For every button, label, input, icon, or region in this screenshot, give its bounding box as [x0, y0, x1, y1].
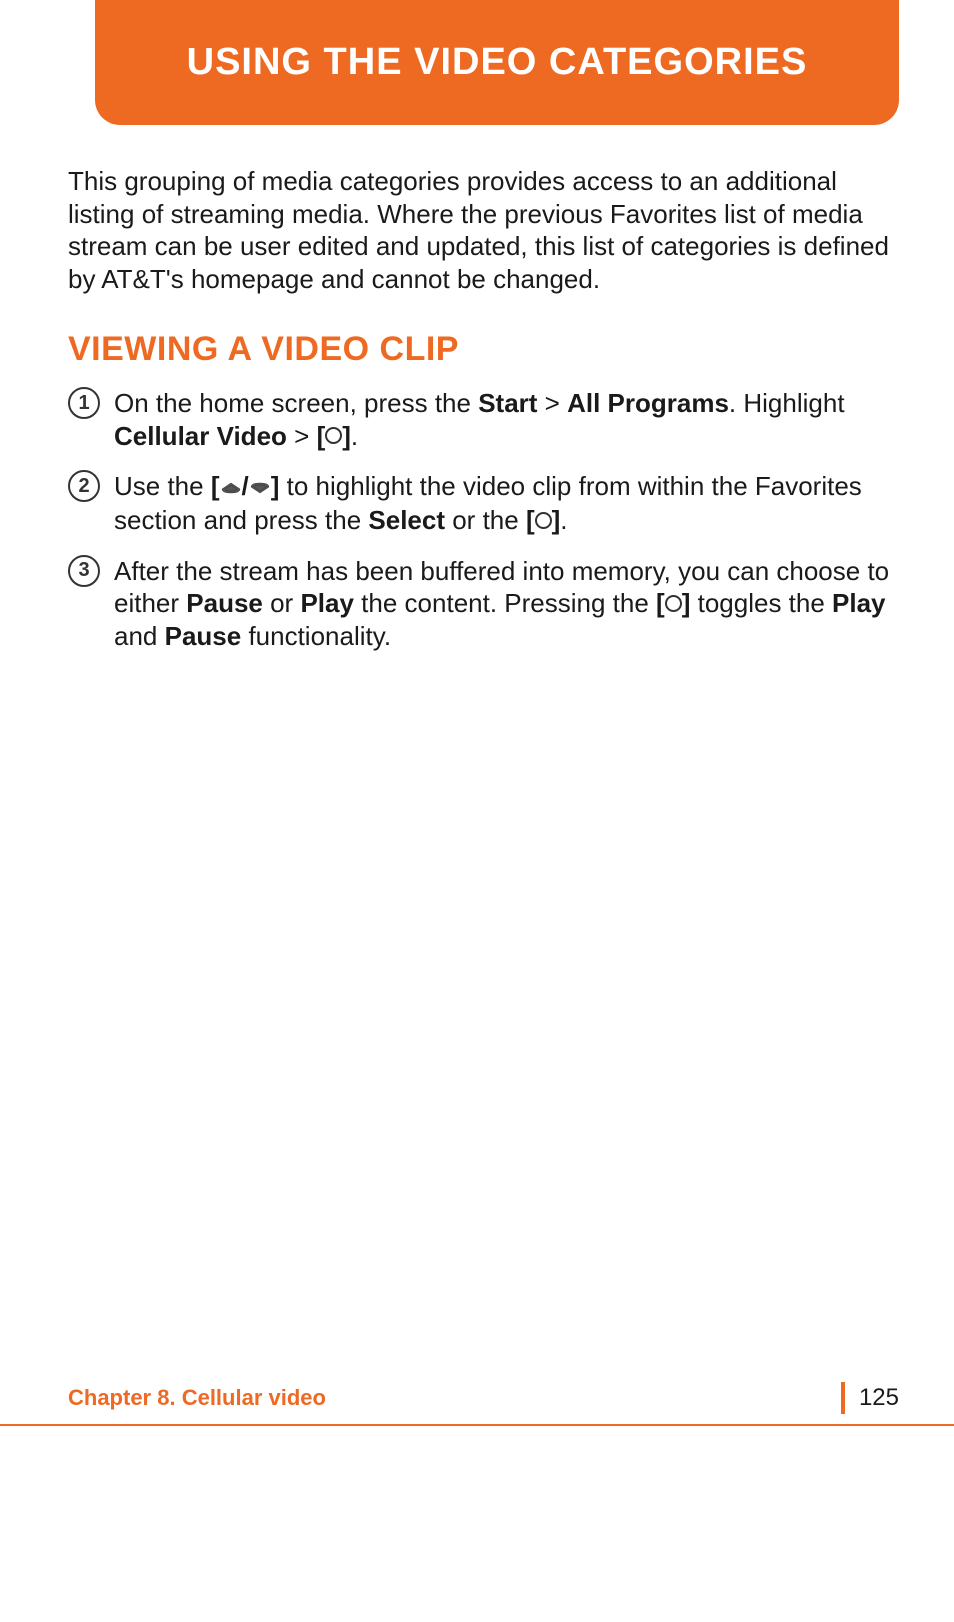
nav-up-icon — [220, 470, 242, 503]
circle-button-icon — [535, 512, 552, 529]
text: . — [351, 421, 358, 451]
page-divider — [841, 1382, 845, 1414]
section-heading: VIEWING A VIDEO CLIP — [68, 330, 899, 369]
bold-text: Cellular Video — [114, 421, 287, 451]
bracket-open: [ — [656, 588, 665, 618]
text: and — [114, 621, 165, 651]
bracket-open: [ — [526, 505, 535, 535]
bold-text: Start — [478, 388, 537, 418]
step-text: Use the [/] to highlight the video clip … — [114, 470, 899, 537]
footer-content: Chapter 8. Cellular video 125 — [0, 1382, 954, 1424]
bracket-open: [ — [317, 421, 326, 451]
bracket-close: ] — [552, 505, 561, 535]
step-text: On the home screen, press the Start > Al… — [114, 387, 899, 452]
text: > — [537, 388, 567, 418]
bold-text: All Programs — [567, 388, 729, 418]
step-3: 3 After the stream has been buffered int… — [68, 555, 899, 653]
slash: / — [242, 471, 249, 501]
bold-text: Play — [832, 588, 886, 618]
text: toggles the — [690, 588, 832, 618]
text: Use the — [114, 471, 211, 501]
text: . Highlight — [729, 388, 845, 418]
page-number: 125 — [859, 1384, 899, 1412]
text: the content. Pressing the — [354, 588, 656, 618]
page-number-wrap: 125 — [841, 1382, 899, 1414]
bracket-open: [ — [211, 471, 220, 501]
step-1: 1 On the home screen, press the Start > … — [68, 387, 899, 452]
step-number-badge: 2 — [68, 470, 100, 502]
text: . — [560, 505, 567, 535]
bold-text: Play — [300, 588, 354, 618]
step-2: 2 Use the [/] to highlight the video cli… — [68, 470, 899, 537]
intro-paragraph: This grouping of media categories provid… — [68, 165, 899, 295]
footer-divider-line — [0, 1424, 954, 1426]
content-area: This grouping of media categories provid… — [68, 165, 899, 670]
bold-text: Select — [368, 505, 445, 535]
text: functionality. — [241, 621, 391, 651]
text: On the home screen, press the — [114, 388, 478, 418]
page-footer: Chapter 8. Cellular video 125 — [0, 1382, 954, 1422]
bracket-close: ] — [342, 421, 351, 451]
text: or — [263, 588, 301, 618]
bold-text: Pause — [186, 588, 263, 618]
chapter-label: Chapter 8. Cellular video — [68, 1385, 326, 1411]
text: or the — [445, 505, 526, 535]
bold-text: Pause — [165, 621, 242, 651]
step-number-badge: 3 — [68, 555, 100, 587]
step-text: After the stream has been buffered into … — [114, 555, 899, 653]
step-number-badge: 1 — [68, 387, 100, 419]
nav-down-icon — [249, 470, 271, 503]
page-title: USING THE VIDEO CATEGORIES — [187, 41, 808, 84]
page-header-tab: USING THE VIDEO CATEGORIES — [95, 0, 899, 125]
text: > — [287, 421, 317, 451]
circle-button-icon — [665, 595, 682, 612]
circle-button-icon — [325, 427, 342, 444]
